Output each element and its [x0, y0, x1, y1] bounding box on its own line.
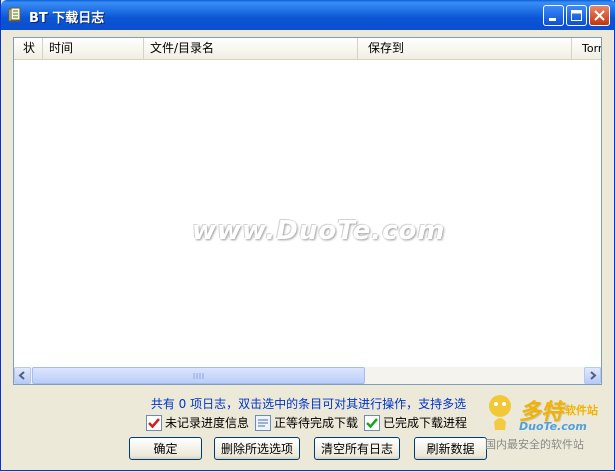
column-header-save-to[interactable]: 保存到 [358, 38, 572, 59]
green-check-icon [364, 415, 380, 431]
minimize-icon [549, 18, 556, 21]
log-list[interactable]: 状 时间 文件/目录名 保存到 Torr www.DuoTe.com [13, 37, 602, 385]
legend-label-pending: 正等待完成下载 [274, 416, 359, 430]
title-bar[interactable]: BT 下载日志 [1, 0, 615, 30]
mascot-icon [489, 395, 511, 430]
chevron-left-icon [18, 371, 25, 380]
column-header-time[interactable]: 时间 [43, 38, 144, 59]
red-check-icon [146, 415, 162, 431]
bt-log-window: BT 下载日志 状 时间 文件/目录名 保存到 Torr www.DuoTe.c… [0, 0, 615, 471]
book-icon [8, 7, 21, 22]
column-header-torrent[interactable]: Torr [572, 38, 601, 59]
scroll-left-button[interactable] [14, 367, 31, 384]
close-button[interactable] [589, 5, 610, 26]
list-header: 状 时间 文件/目录名 保存到 Torr [14, 38, 601, 60]
horizontal-scrollbar[interactable] [14, 367, 601, 384]
minimize-button[interactable] [543, 5, 564, 26]
window-title: BT 下载日志 [29, 11, 105, 26]
maximize-button[interactable] [566, 5, 587, 26]
scroll-right-button[interactable] [584, 367, 601, 384]
clear-all-logs-button[interactable]: 清空所有日志 [314, 437, 400, 460]
close-icon [594, 10, 605, 21]
grip-icon [193, 373, 204, 379]
maximize-icon [571, 10, 582, 21]
watermark-text: www.DuoTe.com [192, 216, 446, 246]
pending-icon [255, 415, 271, 431]
refresh-data-button[interactable]: 刷新数据 [414, 437, 487, 460]
chevron-right-icon [590, 371, 597, 380]
logo-subname: 软件站 [565, 404, 598, 417]
logo-tagline: 国内最安全的软件站 [485, 438, 584, 451]
legend-label-completed: 已完成下载进程 [383, 416, 468, 430]
scroll-thumb[interactable] [32, 367, 365, 384]
ok-button[interactable]: 确定 [129, 437, 202, 460]
legend-label-unrecorded: 未记录进度信息 [165, 416, 250, 430]
logo-site: DuoTe.com [519, 420, 587, 433]
column-header-filename[interactable]: 文件/目录名 [144, 38, 358, 59]
delete-selected-button[interactable]: 删除所选选项 [214, 437, 300, 460]
duote-logo: 多特 软件站 DuoTe.com 国内最安全的软件站 [483, 392, 613, 454]
column-header-status[interactable]: 状 [14, 38, 43, 59]
